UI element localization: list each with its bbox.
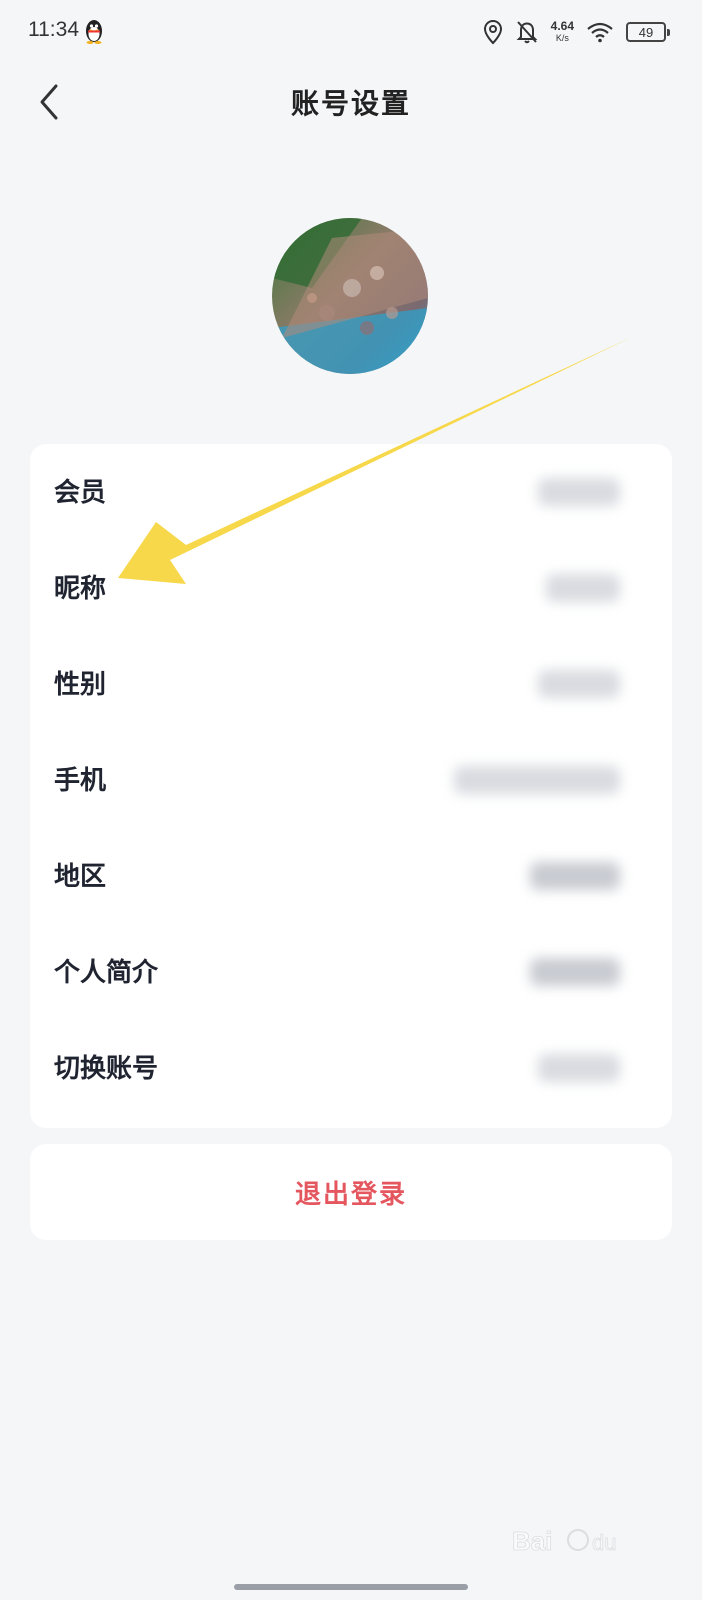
network-speed: 4.64 K/s bbox=[551, 20, 574, 44]
bell-muted-icon bbox=[516, 21, 538, 44]
blurred-value bbox=[454, 766, 620, 794]
network-speed-value: 4.64 bbox=[550, 19, 574, 33]
settings-item-switch-account[interactable]: 切换账号 bbox=[30, 1020, 672, 1116]
blurred-value bbox=[546, 574, 620, 602]
settings-item-bio[interactable]: 个人简介 bbox=[30, 924, 672, 1020]
battery-level: 49 bbox=[638, 24, 654, 40]
network-speed-unit: K/s bbox=[555, 33, 569, 43]
logout-button[interactable]: 退出登录 bbox=[30, 1144, 672, 1240]
svg-text:Bai: Bai bbox=[512, 1526, 552, 1556]
baidu-watermark-logo: Bai du bbox=[512, 1526, 617, 1557]
settings-item-label: 个人简介 bbox=[54, 958, 159, 988]
settings-item-gender[interactable]: 性别 bbox=[30, 636, 672, 732]
settings-list: 会员 昵称 性别 手机 地区 个人简介 切换账号 bbox=[30, 444, 672, 1128]
blurred-value bbox=[538, 1054, 620, 1082]
settings-item-label: 昵称 bbox=[54, 574, 107, 604]
blurred-value bbox=[530, 958, 620, 986]
wifi-icon bbox=[587, 22, 613, 43]
home-indicator[interactable] bbox=[234, 1584, 468, 1590]
settings-item-phone[interactable]: 手机 bbox=[30, 732, 672, 828]
settings-item-label: 手机 bbox=[54, 766, 107, 796]
settings-item-nickname[interactable]: 昵称 bbox=[30, 540, 672, 636]
svg-text:du: du bbox=[592, 1530, 616, 1555]
logout-label: 退出登录 bbox=[294, 1179, 407, 1210]
page-title: 账号设置 bbox=[290, 87, 411, 120]
battery-icon: 49 bbox=[626, 22, 670, 42]
status-icons: 4.64 K/s 49 bbox=[483, 16, 670, 48]
status-time: 11:34 bbox=[28, 18, 79, 41]
settings-item-label: 切换账号 bbox=[54, 1054, 159, 1084]
header: 账号设置 bbox=[0, 64, 702, 140]
blurred-value bbox=[530, 862, 620, 890]
qq-penguin-icon bbox=[86, 20, 102, 44]
settings-item-label: 会员 bbox=[54, 478, 107, 508]
status-bar: 11:34 4.64 K/s 49 bbox=[0, 0, 702, 64]
settings-item-label: 地区 bbox=[54, 862, 107, 892]
settings-item-membership[interactable]: 会员 bbox=[30, 444, 672, 540]
blurred-value bbox=[538, 670, 620, 698]
settings-item-region[interactable]: 地区 bbox=[30, 828, 672, 924]
avatar[interactable] bbox=[272, 218, 428, 374]
settings-item-label: 性别 bbox=[54, 670, 107, 700]
blurred-value bbox=[538, 478, 620, 506]
avatar-image bbox=[272, 218, 428, 374]
location-icon bbox=[483, 19, 502, 45]
